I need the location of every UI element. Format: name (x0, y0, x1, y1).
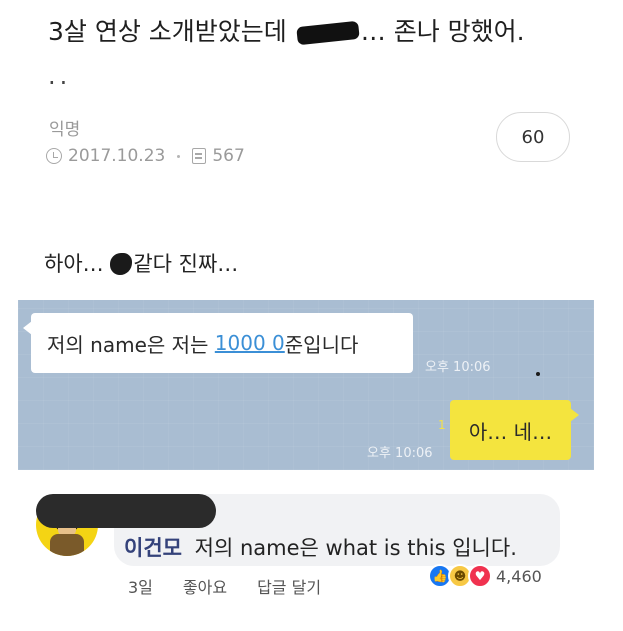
comment-actions: 3일 좋아요 답글 달기 (128, 574, 321, 598)
outgoing-timestamp: 오후 10:06 (367, 446, 433, 461)
redaction-scribble (295, 20, 360, 46)
reaction-count: 4,460 (496, 566, 542, 586)
redaction-blot (110, 253, 133, 275)
comment-count-button[interactable]: 60 (496, 112, 570, 162)
post-title-text-end: … 존나 망했어. (360, 17, 525, 46)
love-icon: ♥ (468, 564, 492, 588)
incoming-message-text: 저의 name은 저는 (47, 332, 215, 357)
comment-text: 저의 name은 what is this 입니다. (194, 536, 517, 560)
outgoing-message: 아… 네… (450, 400, 579, 460)
post-date: 2017.10.23 (68, 146, 166, 166)
commenter-name[interactable]: 이건모 (124, 536, 182, 560)
post-title[interactable]: 3살 연상 소개받았는데 … 존나 망했어. (48, 14, 525, 50)
comment-age[interactable]: 3일 (128, 574, 153, 598)
comment-text-line: 이건모 저의 name은 what is this 입니다. (124, 532, 517, 562)
chat-screenshot: 저의 name은 저는 1000 0 준입니다 오후 10:06 1 오후 10:… (18, 300, 594, 470)
post-card: 3살 연상 소개받았는데 … 존나 망했어. .. 익명 2017.10.23 … (18, 0, 594, 193)
redaction-bar (36, 494, 216, 528)
incoming-timestamp: 오후 10:06 (425, 360, 491, 375)
reactions-summary[interactable]: 👍 ☻ ♥ 4,460 (428, 564, 542, 588)
post-title-text: 3살 연상 소개받았는데 (48, 17, 287, 46)
reply-button[interactable]: 답글 달기 (257, 574, 321, 598)
like-button[interactable]: 좋아요 (183, 574, 227, 598)
incoming-message: 저의 name은 저는 1000 0 준입니다 (23, 313, 413, 373)
clock-icon (46, 148, 62, 164)
views-icon (192, 148, 207, 164)
unread-count: 1 (438, 418, 446, 432)
separator-dot (177, 154, 181, 158)
phone-link[interactable]: 1000 0 (215, 331, 285, 355)
avatar-body (50, 534, 84, 556)
post-title-continuation: .. (48, 62, 72, 90)
author-name: 익명 (49, 120, 81, 140)
post-body-end: 같다 진짜… (133, 252, 239, 276)
incoming-message-end: 준입니다 (284, 332, 359, 357)
post-body: 하아… 같다 진짜… (44, 248, 238, 278)
stray-dot (536, 372, 540, 376)
post-body-start: 하아… (44, 252, 104, 276)
view-count: 567 (212, 146, 245, 166)
post-meta: 2017.10.23 567 (46, 146, 245, 166)
